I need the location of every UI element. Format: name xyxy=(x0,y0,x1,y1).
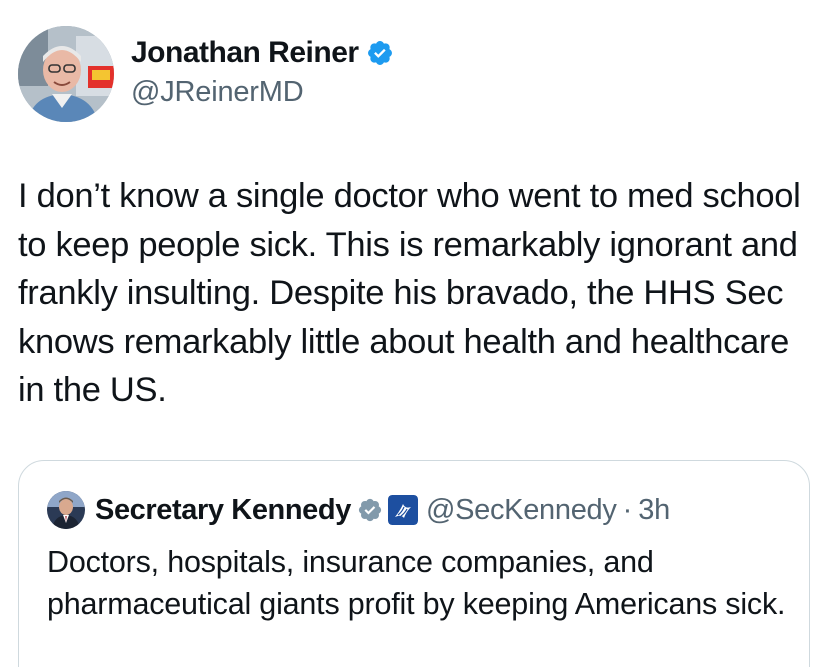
quoted-author-display-name[interactable]: Secretary Kennedy xyxy=(95,494,351,527)
author-display-name[interactable]: Jonathan Reiner xyxy=(131,35,359,71)
author-avatar[interactable] xyxy=(18,26,114,122)
author-handle[interactable]: @JReinerMD xyxy=(131,73,394,111)
quoted-tweet-card[interactable]: Secretary Kennedy @SecKennedy · 3h Docto… xyxy=(18,460,810,667)
quoted-tweet-timestamp[interactable]: 3h xyxy=(638,494,670,527)
quoted-author-avatar[interactable] xyxy=(47,491,85,529)
separator-dot: · xyxy=(622,493,633,526)
author-name-line: Jonathan Reiner xyxy=(131,35,394,71)
quoted-tweet-header: Secretary Kennedy @SecKennedy · 3h xyxy=(47,491,670,529)
quoted-author-handle[interactable]: @SecKennedy xyxy=(426,494,617,527)
author-meta: Jonathan Reiner @JReinerMD xyxy=(131,35,394,111)
government-affiliation-icon[interactable] xyxy=(387,495,418,525)
tweet-author: Jonathan Reiner @JReinerMD xyxy=(18,26,394,122)
quoted-tweet-text: Doctors, hospitals, insurance companies,… xyxy=(47,545,786,621)
tweet-text: I don’t know a single doctor who went to… xyxy=(18,177,801,409)
verified-badge-icon[interactable] xyxy=(357,497,383,523)
verified-badge-icon[interactable] xyxy=(366,39,394,67)
tweet-view: Jonathan Reiner @JReinerMD I don’t know … xyxy=(0,0,828,667)
